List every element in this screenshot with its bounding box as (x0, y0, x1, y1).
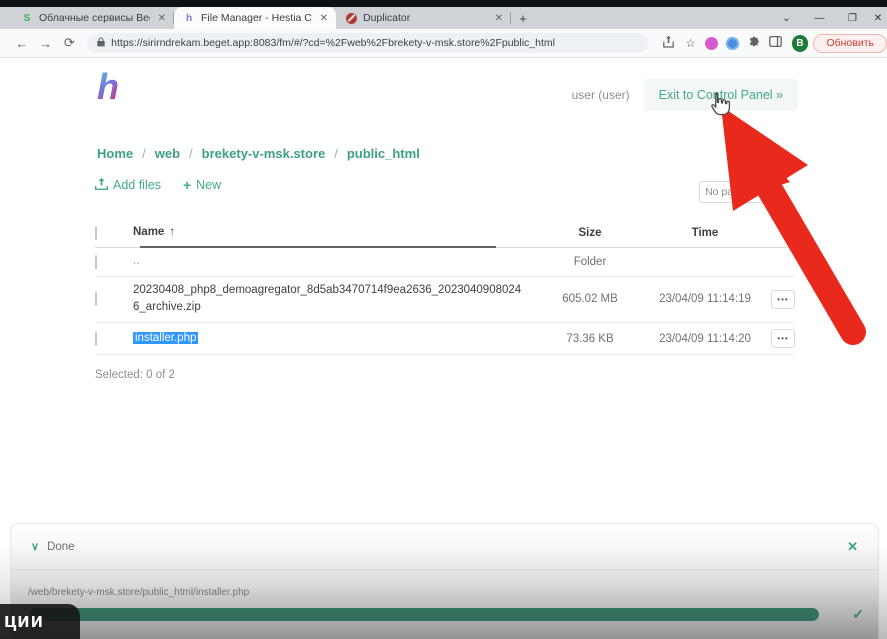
browser-toolbar: ← → ⟳ https://sirirndrekam.beget.app:808… (0, 29, 887, 58)
add-files-button[interactable]: Add files (95, 177, 161, 193)
breadcrumb-home[interactable]: Home (97, 146, 133, 161)
status-title: Done (47, 541, 75, 553)
file-name[interactable]: .. (133, 248, 535, 276)
hestia-icon: h (183, 12, 195, 24)
tab-title: Duplicator (363, 12, 487, 24)
tab-search-icon[interactable]: ⌄ (770, 13, 803, 24)
extensions-puzzle-icon[interactable] (743, 35, 765, 51)
row-checkbox[interactable] (95, 255, 97, 269)
subtitle-text: ции (4, 610, 44, 633)
progress-fill (29, 608, 819, 621)
name-header[interactable]: Name↑ (133, 219, 535, 247)
breadcrumb-domain[interactable]: brekety-v-msk.store (202, 146, 326, 161)
file-table: Name↑ Size Time .. Folder 20230408_php8_… (95, 219, 795, 355)
row-checkbox-cell (95, 293, 133, 305)
upload-icon (95, 177, 108, 193)
file-size: 605.02 MB (535, 293, 645, 305)
beget-icon: S (21, 12, 33, 24)
row-checkbox-cell (95, 256, 133, 268)
file-name[interactable]: 20230408_php8_demoagregator_8d5ab3470714… (133, 277, 535, 323)
row-checkbox[interactable] (95, 292, 97, 306)
row-menu-button[interactable]: ••• (771, 329, 795, 348)
new-tab-button[interactable]: + (511, 7, 535, 29)
add-files-label: Add files (113, 178, 161, 192)
row-menu-button[interactable]: ••• (771, 290, 795, 309)
exit-to-control-panel-button[interactable]: Exit to Control Panel » (644, 79, 798, 111)
tab-title: File Manager - Hestia Control Pa (201, 12, 312, 24)
update-extension-button[interactable]: Обновить (813, 34, 887, 53)
window-top-strip (0, 0, 887, 7)
sort-asc-icon: ↑ (169, 226, 175, 238)
select-all-cell (95, 227, 133, 239)
close-panel-icon[interactable]: ✕ (847, 539, 858, 555)
minimize-icon[interactable]: — (803, 13, 836, 24)
new-label: New (196, 178, 221, 192)
table-row-installer-php[interactable]: installer.php 73.36 KB 23/04/09 11:14:20… (95, 323, 795, 355)
select-all-checkbox[interactable] (95, 226, 97, 240)
table-header-row: Name↑ Size Time (95, 219, 795, 248)
row-checkbox-cell (95, 333, 133, 345)
back-icon[interactable]: ← (10, 36, 34, 51)
status-panel-header: ∨ Done ✕ (11, 524, 878, 570)
hestia-logo[interactable]: h (97, 70, 119, 104)
tab-close-icon[interactable]: ✕ (493, 13, 505, 24)
bookmark-star-icon[interactable]: ☆ (680, 36, 702, 50)
extension-pink-icon[interactable] (705, 37, 718, 50)
window-controls: ⌄ — ❐ ✕ (770, 7, 887, 29)
file-name[interactable]: installer.php (133, 325, 535, 353)
duplicator-icon (345, 12, 357, 24)
user-label: user (user) (572, 88, 630, 102)
complete-check-icon: ✓ (852, 606, 864, 623)
file-size: Folder (535, 256, 645, 268)
reload-icon[interactable]: ⟳ (57, 35, 81, 51)
tab-beget[interactable]: S Облачные сервисы Beget — П ✕ (12, 7, 174, 29)
maximize-icon[interactable]: ❐ (836, 13, 869, 24)
tab-close-icon[interactable]: ✕ (156, 13, 168, 24)
url-text: https://sirirndrekam.beget.app:8083/fm/#… (111, 37, 555, 49)
progress-bar (29, 608, 819, 621)
breadcrumb-public-html[interactable]: public_html (347, 146, 420, 161)
tab-close-icon[interactable]: ✕ (318, 13, 330, 24)
subtitle-overlay: ции (0, 604, 80, 639)
row-checkbox[interactable] (95, 332, 97, 346)
row-menu-cell: ••• (765, 290, 795, 309)
extension-blue-icon[interactable] (726, 37, 739, 50)
browser-window: S Облачные сервисы Beget — П ✕ h File Ma… (0, 0, 887, 639)
share-icon[interactable] (658, 35, 680, 51)
pagination-select[interactable]: No pagination (699, 181, 776, 203)
selected-summary: Selected: 0 of 2 (95, 369, 887, 381)
forward-icon[interactable]: → (34, 36, 58, 51)
more-options-dots[interactable]: ••• (764, 156, 779, 168)
file-time: 23/04/09 11:14:20 (645, 333, 765, 345)
file-size: 73.36 KB (535, 333, 645, 345)
browser-tab-bar: S Облачные сервисы Beget — П ✕ h File Ma… (0, 7, 887, 29)
collapse-chevron-icon[interactable]: ∨ (31, 540, 39, 553)
lock-icon (97, 37, 105, 49)
time-header[interactable]: Time (645, 227, 765, 239)
plus-icon: + (183, 177, 191, 193)
table-row-archive-zip[interactable]: 20230408_php8_demoagregator_8d5ab3470714… (95, 277, 795, 324)
breadcrumb-separator: / (142, 146, 146, 161)
breadcrumb-web[interactable]: web (155, 146, 180, 161)
selected-filename-highlight: installer.php (133, 332, 198, 344)
tab-title: Облачные сервисы Beget — П (39, 12, 150, 24)
transfer-status-panel: ∨ Done ✕ /web/brekety-v-msk.store/public… (10, 523, 879, 639)
profile-avatar[interactable]: B (792, 35, 809, 52)
transfer-file-path: /web/brekety-v-msk.store/public_html/ins… (28, 587, 878, 598)
tab-duplicator[interactable]: Duplicator ✕ (336, 7, 511, 29)
close-window-icon[interactable]: ✕ (869, 13, 887, 24)
tab-file-manager[interactable]: h File Manager - Hestia Control Pa ✕ (174, 7, 336, 29)
row-menu-cell: ••• (765, 329, 795, 348)
size-header[interactable]: Size (535, 227, 645, 239)
file-time: 23/04/09 11:14:19 (645, 293, 765, 305)
breadcrumb-separator: / (334, 146, 338, 161)
app-header: h user (user) Exit to Control Panel » (0, 58, 887, 122)
new-button[interactable]: + New (183, 177, 221, 193)
table-row-parent-dir[interactable]: .. Folder (95, 248, 795, 277)
address-bar[interactable]: https://sirirndrekam.beget.app:8083/fm/#… (87, 33, 648, 53)
side-panel-icon[interactable] (765, 35, 787, 51)
breadcrumb-separator: / (189, 146, 193, 161)
